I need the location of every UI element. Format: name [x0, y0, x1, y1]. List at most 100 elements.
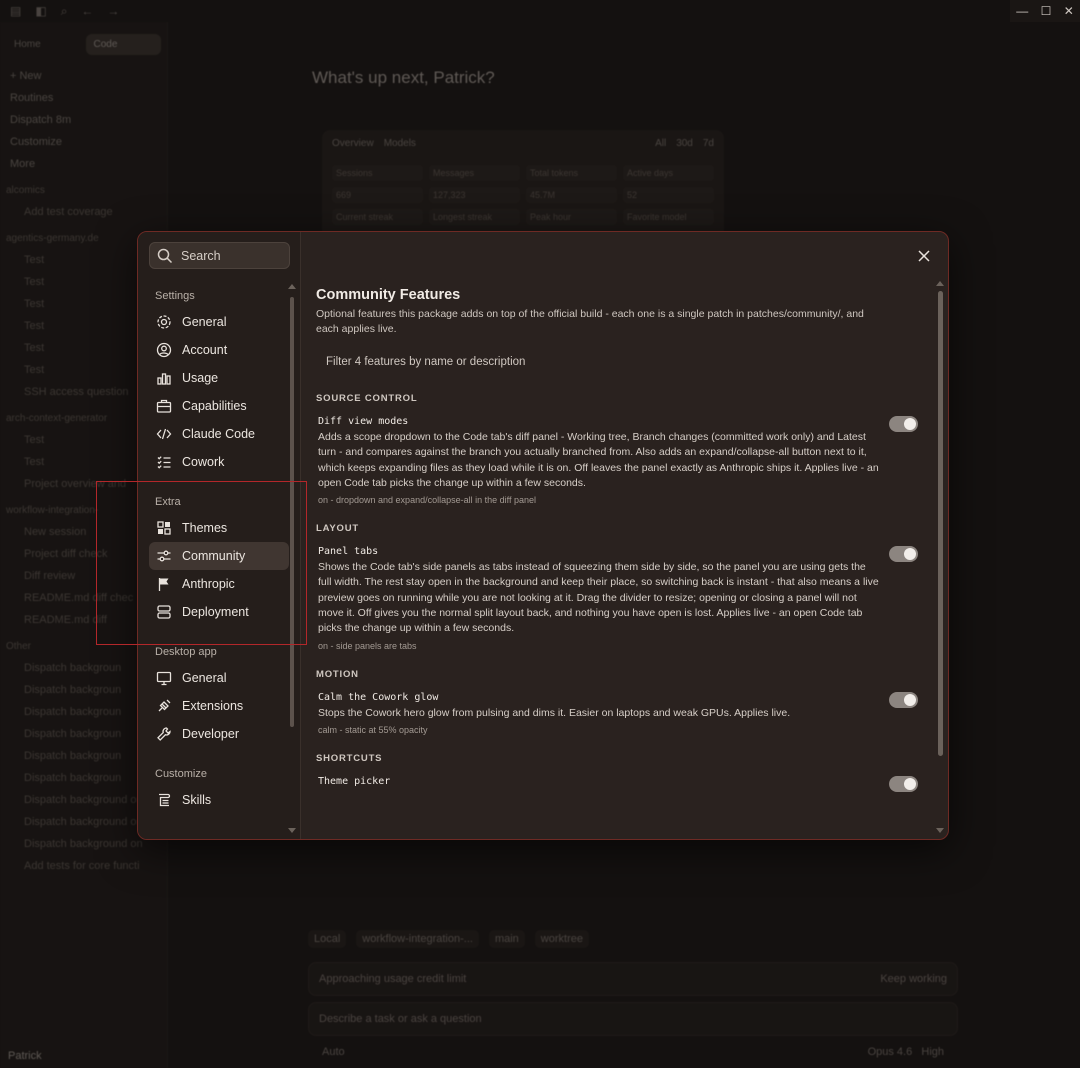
themes-icon: [157, 521, 171, 535]
sidebar-item-customize[interactable]: Customize: [0, 131, 167, 153]
capabilities-icon: [156, 399, 172, 413]
deployment-icon: [157, 605, 171, 619]
nav-group-extra: Extra: [155, 496, 181, 508]
sidebar-item-more[interactable]: More: [0, 153, 167, 175]
search-icon[interactable]: ⌕: [61, 4, 68, 19]
settings-search[interactable]: Search: [149, 242, 290, 269]
prompt-input[interactable]: Describe a task or ask a question: [308, 1002, 958, 1036]
nav-item-customize-skills[interactable]: Skills: [149, 786, 289, 814]
nav-item-settings-account[interactable]: Account: [149, 336, 289, 364]
filter-placeholder: Filter 4 features by name or description: [326, 356, 526, 368]
nav-item-label: Anthropic: [182, 577, 235, 591]
close-window-icon[interactable]: ✕: [1064, 4, 1074, 18]
forward-icon[interactable]: →: [107, 4, 119, 18]
nav-item-settings-cowork[interactable]: Cowork: [149, 448, 289, 476]
composer-area: Local workflow-integration-... main work…: [308, 930, 958, 1062]
stats-tab-overview[interactable]: Overview: [332, 138, 374, 149]
chip-branch[interactable]: main: [488, 930, 525, 948]
nav-item-label: Skills: [182, 793, 212, 807]
nav-item-settings-claude-code[interactable]: Claude Code: [149, 420, 289, 448]
session-item[interactable]: Add test coverage: [0, 201, 167, 223]
range-30d[interactable]: 30d: [676, 138, 693, 149]
nav-item-extra-themes[interactable]: Themes: [149, 514, 289, 542]
feature-description: Stops the Cowork hero glow from pulsing …: [318, 706, 791, 719]
nav-item-settings-general[interactable]: General: [149, 308, 289, 336]
close-icon[interactable]: [916, 248, 932, 264]
nav-item-settings-usage[interactable]: Usage: [149, 364, 289, 392]
general-icon: [157, 315, 171, 329]
sidebar-item-dispatch[interactable]: Dispatch 8m: [0, 109, 167, 131]
skills-icon: [159, 793, 171, 807]
nav-item-label: Extensions: [182, 699, 244, 713]
stats-grid: Sessions Messages Total tokens Active days 6…: [322, 157, 724, 233]
feature-description: Adds a scope dropdown to the Code tab's …: [318, 431, 879, 489]
nav-item-label: Claude Code: [182, 427, 255, 441]
feature-theme-picker: Theme picker: [316, 775, 918, 792]
minimize-icon[interactable]: —: [1016, 4, 1028, 18]
nav-item-label: Community: [182, 549, 246, 563]
cowork-icon: [157, 456, 171, 469]
chip-local[interactable]: Local: [308, 930, 347, 948]
session-item[interactable]: Add tests for core functi: [0, 855, 167, 877]
nav-scroll-down-arrow[interactable]: [288, 828, 296, 833]
tab-home[interactable]: Home: [6, 34, 82, 55]
nav-item-extra-deployment[interactable]: Deployment: [149, 598, 289, 626]
feature-list: SOURCE CONTROL Diff view modes Adds a scop…: [316, 393, 918, 792]
prompt-placeholder: Describe a task or ask a question: [319, 1013, 482, 1025]
sidebar-item-routines[interactable]: Routines: [0, 87, 167, 109]
feature-toggle[interactable]: [889, 775, 918, 792]
range-all[interactable]: All: [655, 138, 666, 149]
feature-panel-tabs: Panel tabs Shows the Code tab's side pane…: [316, 546, 918, 651]
feature-toggle[interactable]: [889, 416, 918, 432]
content-scroll-up-arrow[interactable]: [936, 281, 944, 286]
model-selector[interactable]: Opus 4.6: [868, 1046, 913, 1058]
feature-toggle[interactable]: [889, 691, 918, 708]
tab-code[interactable]: Code: [85, 34, 161, 55]
maximize-icon[interactable]: ☐: [1041, 4, 1052, 18]
nav-group-settings: Settings: [155, 290, 195, 302]
page-description: Optional features this package adds on t…: [316, 308, 864, 335]
nav-item-desktop-app-general[interactable]: General: [149, 664, 289, 692]
user-name[interactable]: Patrick: [8, 1050, 42, 1062]
stat-cell: 669: [332, 187, 423, 203]
feature-name: Calm the Cowork glow: [318, 691, 439, 703]
section-shortcuts: SHORTCUTS: [316, 752, 383, 764]
chip-project[interactable]: workflow-integration-...: [356, 930, 479, 948]
nav-item-desktop-app-developer[interactable]: Developer: [149, 720, 289, 748]
nav-scroll-up-arrow[interactable]: [288, 284, 296, 289]
stat-cell: Current streak: [332, 209, 423, 225]
feature-name: Panel tabs: [318, 546, 379, 558]
panel-icon[interactable]: ◧: [35, 4, 46, 18]
search-placeholder: Search: [181, 248, 221, 263]
nav-item-label: Cowork: [182, 455, 225, 469]
stats-tab-models[interactable]: Models: [384, 138, 416, 149]
feature-filter-input[interactable]: Filter 4 features by name or description: [316, 349, 882, 375]
stats-card: Overview Models All 30d 7d Sessions Messa…: [322, 130, 724, 240]
account-icon: [156, 342, 172, 358]
nav-item-settings-capabilities[interactable]: Capabilities: [149, 392, 289, 420]
mode-selector[interactable]: Auto: [322, 1046, 345, 1058]
sidebar-toggle-icon[interactable]: ▤: [10, 4, 21, 18]
greeting: What's up next, Patrick?: [312, 68, 495, 87]
feature-toggle[interactable]: [889, 546, 918, 563]
section-source-control: SOURCE CONTROL: [316, 393, 418, 404]
nav-scrollbar[interactable]: [290, 297, 294, 727]
back-icon[interactable]: ←: [81, 4, 93, 18]
range-7d[interactable]: 7d: [703, 138, 714, 149]
sidebar-item-new[interactable]: + New: [0, 65, 167, 87]
effort-selector[interactable]: High: [921, 1046, 944, 1058]
content-scroll-down-arrow[interactable]: [936, 828, 944, 833]
content-scrollbar[interactable]: [938, 291, 943, 756]
stat-cell: Longest streak: [429, 209, 520, 225]
nav-item-extra-community[interactable]: Community: [149, 542, 289, 570]
stat-cell: 45.7M: [526, 187, 617, 203]
feature-name: Diff view modes: [318, 416, 409, 427]
desktop-general-icon: [156, 671, 172, 686]
settings-modal: Search Settings General Account Usage Capabi…: [137, 231, 949, 840]
keep-working-button[interactable]: Keep working: [880, 973, 947, 985]
nav-item-extra-anthropic[interactable]: Anthropic: [149, 570, 289, 598]
nav-item-desktop-app-extensions[interactable]: Extensions: [149, 692, 289, 720]
chip-worktree[interactable]: worktree: [534, 930, 589, 948]
